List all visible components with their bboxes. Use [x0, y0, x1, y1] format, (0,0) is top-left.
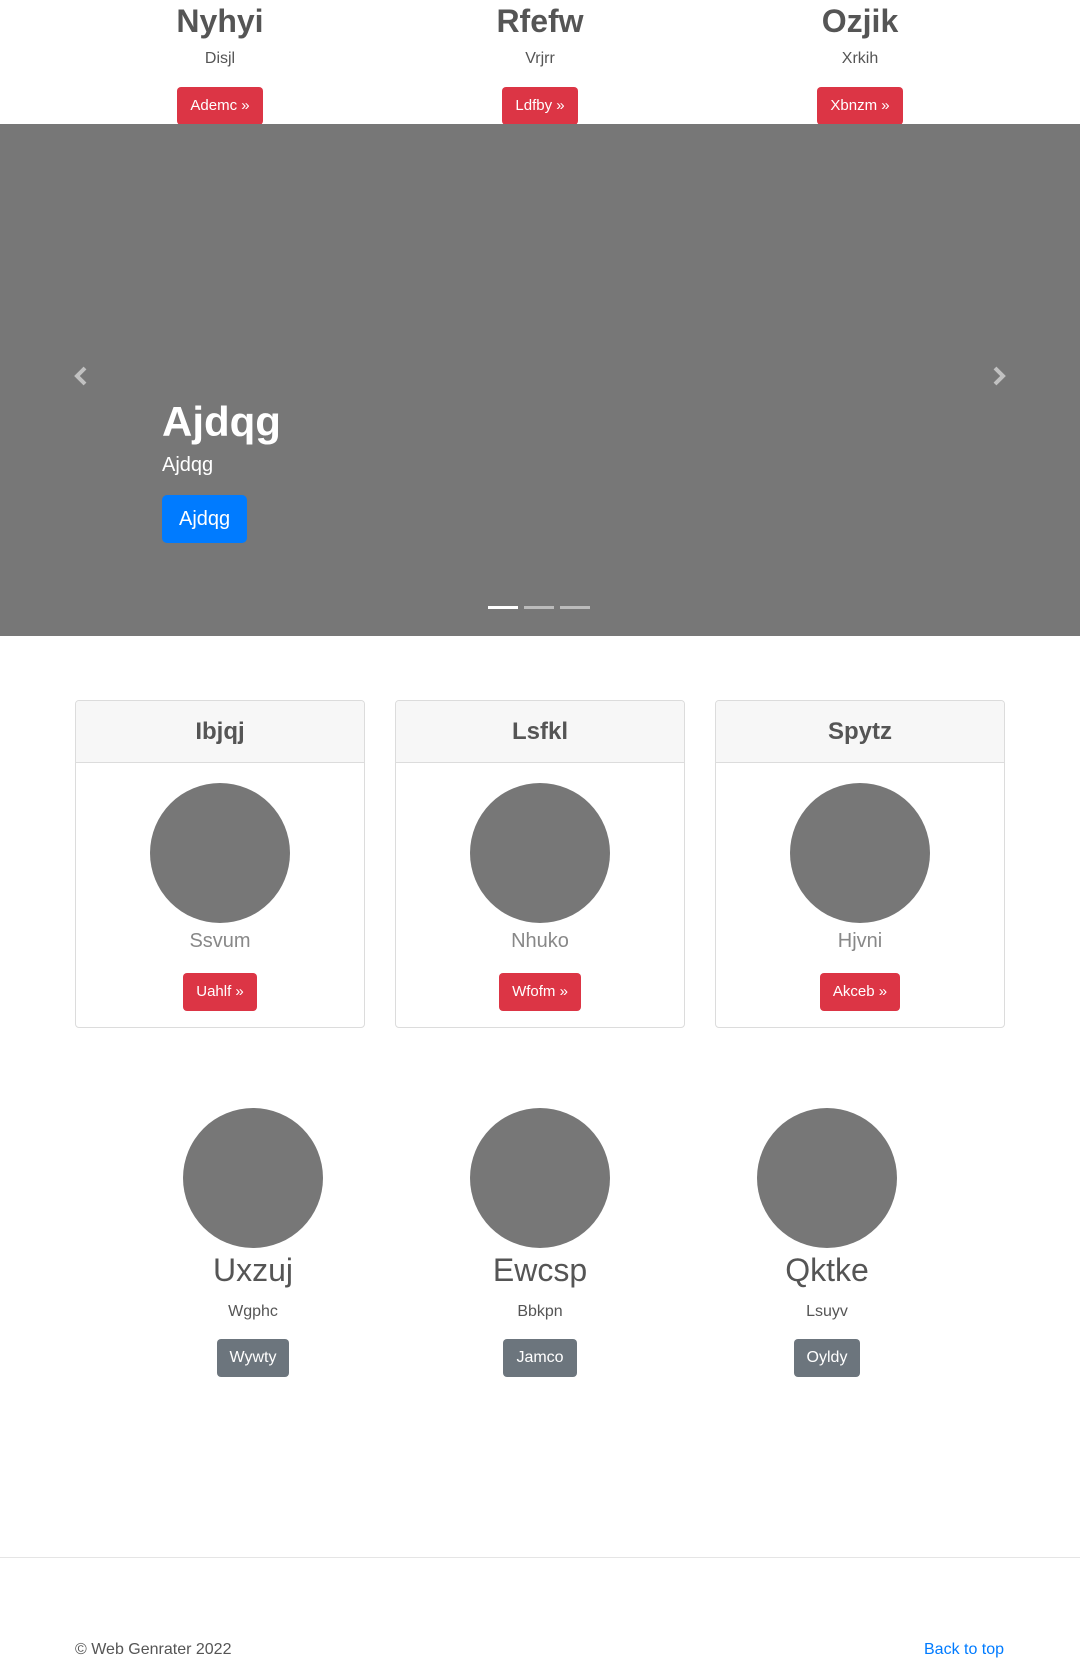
feature-image-placeholder — [470, 1108, 610, 1248]
carousel-button[interactable]: Ajdqg — [162, 495, 248, 543]
card-header: Ibjqj — [76, 701, 364, 763]
column-subtitle: Disjl — [204, 50, 236, 67]
top-columns: Nyhyi Disjl Ademc » Rfefw Vrjrr Ldfby » … — [0, 0, 1080, 125]
column-subtitle: Vrjrr — [525, 50, 555, 67]
card: Ibjqj Ssvum Uahlf » — [75, 700, 365, 1028]
column-title: Nyhyi — [176, 3, 264, 39]
carousel-prev-icon[interactable] — [70, 364, 94, 388]
card-header: Spytz — [716, 701, 1004, 763]
card-body: Nhuko Wfofm » — [396, 783, 684, 1011]
carousel-indicator[interactable] — [488, 606, 518, 609]
card-body: Ssvum Uahlf » — [76, 783, 364, 1011]
carousel: Ajdqg Ajdqg Ajdqg — [0, 124, 1080, 636]
card-body: Hjvni Akceb » — [716, 783, 1004, 1011]
column-button[interactable]: Ldfby » — [502, 87, 578, 125]
card-name: Hjvni — [837, 930, 883, 952]
top-column: Rfefw Vrjrr Ldfby » — [440, 0, 640, 125]
carousel-indicators — [488, 606, 592, 610]
card-header: Lsfkl — [396, 701, 684, 763]
feature-name: Qktke — [785, 1252, 869, 1288]
column-button[interactable]: Ademc » — [177, 87, 263, 125]
card-name: Nhuko — [511, 930, 569, 952]
footer-copyright: © Web Genrater 2022 — [75, 1641, 232, 1658]
footer-divider — [0, 1557, 1080, 1558]
feature: Ewcsp Bbkpn Jamco — [430, 1108, 650, 1377]
carousel-caption: Ajdqg Ajdqg Ajdqg — [162, 398, 281, 543]
carousel-text: Ajdqg — [162, 454, 214, 476]
card-button[interactable]: Akceb » — [819, 973, 901, 1011]
column-title: Rfefw — [496, 3, 584, 39]
back-to-top-link[interactable]: Back to top — [924, 1640, 1004, 1660]
feature-name: Uxzuj — [212, 1252, 293, 1288]
feature: Uxzuj Wgphc Wywty — [143, 1108, 363, 1377]
feature-subtitle: Bbkpn — [517, 1303, 563, 1320]
feature-button[interactable]: Oyldy — [793, 1339, 861, 1377]
card-image-placeholder — [150, 783, 290, 923]
card-button[interactable]: Wfofm » — [499, 973, 581, 1011]
top-column: Nyhyi Disjl Ademc » — [120, 0, 320, 125]
carousel-indicator[interactable] — [524, 606, 554, 609]
column-button[interactable]: Xbnzm » — [817, 87, 903, 125]
feature-button[interactable]: Jamco — [503, 1339, 577, 1377]
card: Lsfkl Nhuko Wfofm » — [395, 700, 685, 1028]
card: Spytz Hjvni Akceb » — [715, 700, 1005, 1028]
carousel-indicator[interactable] — [560, 606, 590, 609]
feature-button[interactable]: Wywty — [216, 1339, 290, 1377]
card-button[interactable]: Uahlf » — [183, 973, 257, 1011]
card-image-placeholder — [470, 783, 610, 923]
feature-image-placeholder — [757, 1108, 897, 1248]
column-title: Ozjik — [821, 3, 899, 39]
feature-subtitle: Lsuyv — [806, 1303, 848, 1320]
top-column: Ozjik Xrkih Xbnzm » — [760, 0, 960, 125]
card-image-placeholder — [790, 783, 930, 923]
feature-subtitle: Wgphc — [228, 1303, 278, 1320]
feature-name: Ewcsp — [492, 1252, 588, 1288]
carousel-next-icon[interactable] — [986, 364, 1010, 388]
feature: Qktke Lsuyv Oyldy — [717, 1108, 937, 1377]
carousel-heading: Ajdqg — [162, 398, 281, 445]
feature-image-placeholder — [183, 1108, 323, 1248]
card-name: Ssvum — [189, 930, 251, 952]
column-subtitle: Xrkih — [841, 50, 879, 67]
